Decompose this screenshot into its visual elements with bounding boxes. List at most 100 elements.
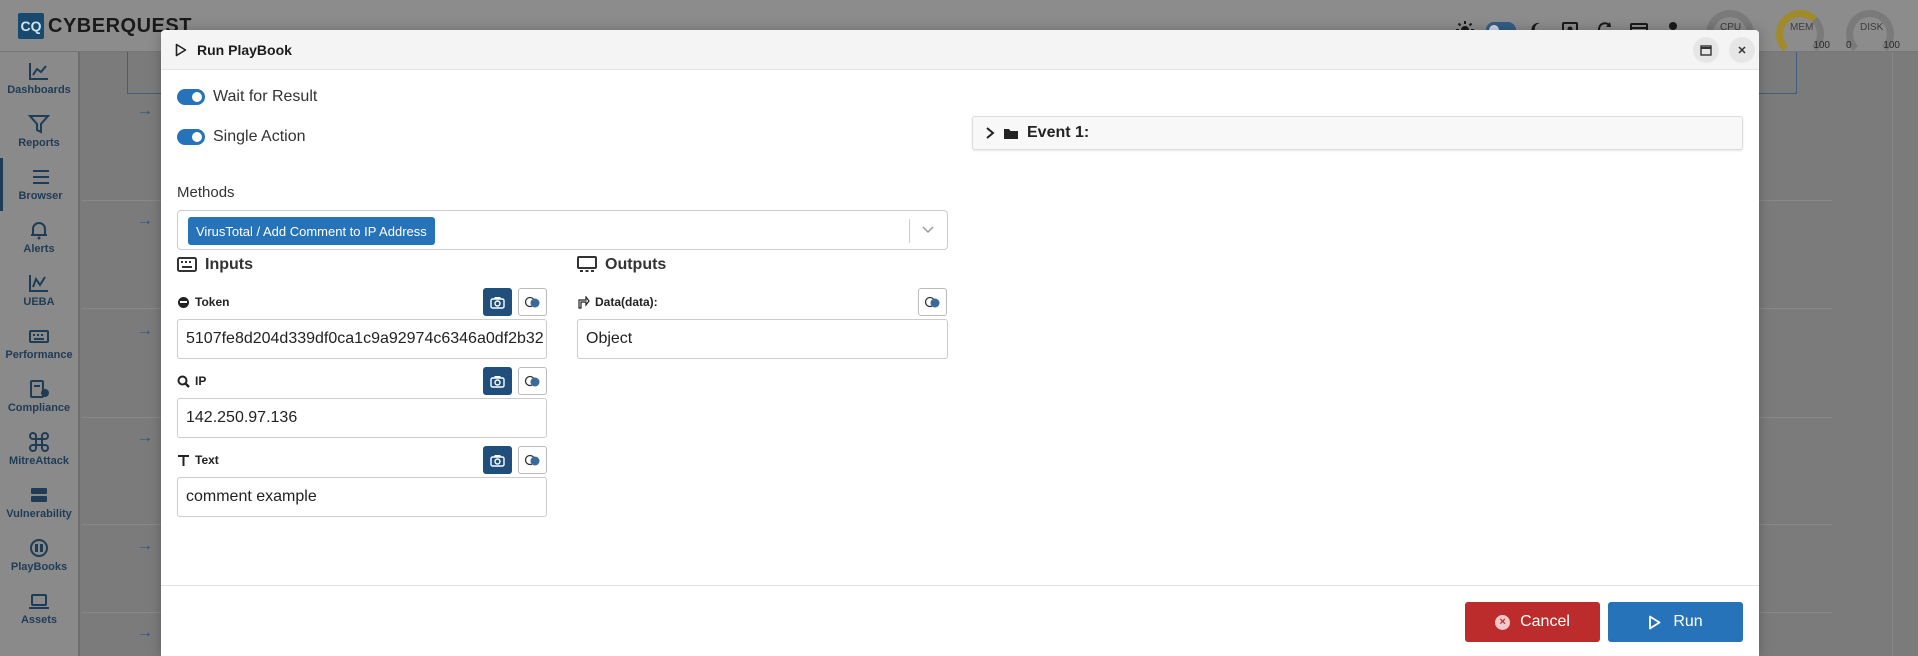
gauge-min: 0 — [1846, 40, 1852, 51]
event-panel[interactable]: Event 1: — [972, 116, 1743, 150]
close-button[interactable] — [1729, 37, 1755, 63]
mem-gauge: MEM 100 — [1772, 10, 1830, 58]
wait-for-result-switch[interactable] — [177, 89, 205, 105]
camera-icon — [490, 375, 505, 388]
keyboard-icon — [177, 257, 197, 272]
run-label: Run — [1673, 613, 1703, 630]
inputs-title: Inputs — [177, 256, 253, 274]
sidebar-item-label: Alerts — [23, 243, 55, 255]
sidebar-item-label: PlayBooks — [10, 561, 68, 573]
sidebar-item-label: Reports — [18, 137, 60, 149]
command-icon — [29, 432, 49, 452]
sidebar-item-dashboards[interactable]: Dashboards — [0, 52, 78, 105]
arrow-right-icon: → — [137, 537, 153, 554]
arrow-right-icon: → — [137, 624, 153, 641]
methods-select[interactable]: VirusTotal / Add Comment to IP Address — [177, 210, 948, 250]
sidebar-item-label: Performance — [5, 349, 73, 361]
camera-icon — [490, 296, 505, 309]
sidebar-item-compliance[interactable]: Compliance — [0, 370, 78, 423]
text-label: Text — [177, 453, 219, 467]
background-divider — [1892, 52, 1893, 656]
modal-title: Run PlayBook — [197, 41, 292, 58]
modal-header: Run PlayBook — [161, 30, 1759, 70]
close-icon — [1738, 46, 1746, 54]
cancel-button[interactable]: × Cancel — [1465, 602, 1600, 642]
methods-label: Methods — [177, 184, 235, 201]
keyboard-icon — [29, 330, 49, 343]
wait-for-result-label: Wait for Result — [213, 88, 318, 105]
sidebar-item-label: Compliance — [7, 402, 71, 414]
data-output-input[interactable]: Object — [577, 319, 948, 359]
chevron-right-icon — [986, 127, 995, 139]
variable-button[interactable] — [518, 446, 547, 474]
cancel-label: Cancel — [1520, 613, 1570, 630]
chevron-down-icon[interactable] — [919, 221, 937, 239]
server-icon — [31, 488, 47, 502]
ip-label: IP — [177, 374, 206, 388]
sidebar-item-playbooks[interactable]: PlayBooks — [0, 529, 78, 582]
list-icon — [32, 170, 49, 184]
gauge-max: 100 — [1813, 40, 1830, 51]
toggle-variable-icon — [924, 296, 940, 308]
play-outline-icon — [1649, 615, 1661, 629]
sidebar-item-reports[interactable]: Reports — [0, 105, 78, 158]
maximize-icon — [1700, 44, 1712, 56]
sidebar-item-label: MitreAttack — [9, 455, 69, 467]
camera-icon — [490, 454, 505, 467]
sidebar-item-ueba[interactable]: UEBA — [0, 264, 78, 317]
snapshot-button[interactable] — [483, 367, 512, 395]
chart-bars-icon — [29, 275, 48, 292]
variable-button[interactable] — [518, 367, 547, 395]
snapshot-button[interactable] — [483, 446, 512, 474]
chart-line-icon — [29, 63, 48, 80]
toggle-variable-icon — [524, 296, 540, 308]
sidebar-item-vulnerability[interactable]: Vulnerability — [0, 476, 78, 529]
arrow-right-icon: → — [137, 429, 153, 446]
token-label: Token — [177, 295, 229, 309]
select-separator — [909, 219, 910, 243]
play-outline-icon — [175, 43, 187, 56]
event-label: Event 1: — [1027, 124, 1090, 141]
sidebar-item-label: Browser — [18, 190, 63, 202]
single-action-switch[interactable] — [177, 129, 205, 145]
sidebar-item-label: Vulnerability — [6, 508, 72, 520]
maximize-button[interactable] — [1693, 37, 1719, 63]
arrow-right-icon: → — [137, 102, 153, 119]
logo-mark: CQ — [18, 13, 44, 39]
sidebar-item-performance[interactable]: Performance — [0, 317, 78, 370]
sidebar-item-label: Assets — [20, 614, 58, 626]
modal-footer: × Cancel Run — [161, 585, 1759, 656]
token-input[interactable]: 5107fe8d204d339df0ca1c9a92974c6346a0df2b… — [177, 319, 547, 359]
toggle-variable-icon — [524, 375, 540, 387]
outputs-title: Outputs — [577, 256, 666, 274]
run-playbook-modal: Run PlayBook Wait for Result Single Acti… — [161, 30, 1759, 656]
filter-icon — [28, 115, 50, 134]
method-chip[interactable]: VirusTotal / Add Comment to IP Address — [188, 217, 435, 245]
text-icon — [178, 454, 189, 466]
field-label-text: Text — [195, 453, 219, 467]
sidebar: Dashboards Reports Browser Alerts UEBA P… — [0, 52, 80, 656]
sidebar-item-browser[interactable]: Browser — [0, 158, 78, 211]
bell-icon — [31, 222, 47, 240]
gauge-label: DISK — [1860, 22, 1884, 33]
sidebar-item-mitreattack[interactable]: MitreAttack — [0, 423, 78, 476]
sidebar-item-assets[interactable]: Assets — [0, 582, 78, 635]
data-output-label: Data(data): — [577, 295, 658, 309]
variable-button[interactable] — [918, 288, 947, 316]
sidebar-item-alerts[interactable]: Alerts — [0, 211, 78, 264]
variable-button[interactable] — [518, 288, 547, 316]
arrow-right-icon: → — [137, 212, 153, 229]
single-action-row: Single Action — [177, 128, 306, 146]
snapshot-button[interactable] — [483, 288, 512, 316]
run-button[interactable]: Run — [1608, 602, 1743, 642]
field-label-text: Data(data): — [595, 295, 658, 309]
search-icon — [177, 375, 190, 388]
outputs-title-text: Outputs — [605, 256, 667, 273]
field-label-text: Token — [195, 295, 230, 309]
inputs-title-text: Inputs — [205, 256, 253, 273]
gauge-max: 100 — [1883, 40, 1900, 51]
text-input[interactable]: comment example — [177, 477, 547, 517]
arrow-right-icon: → — [137, 322, 153, 339]
wait-for-result-row: Wait for Result — [177, 88, 317, 106]
ip-input[interactable]: 142.250.97.136 — [177, 398, 547, 438]
